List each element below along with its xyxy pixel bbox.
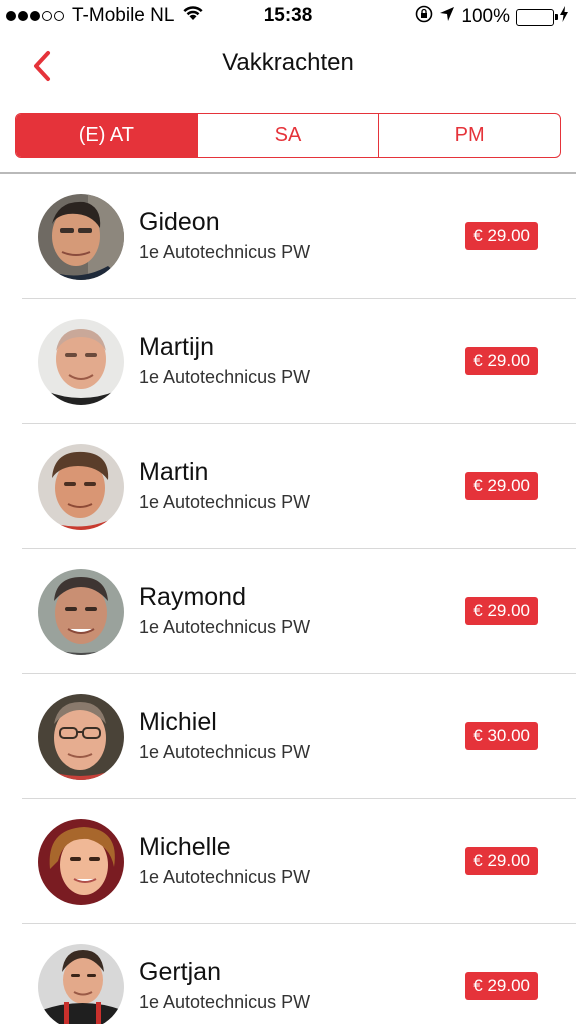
avatar [38,694,124,780]
battery-icon [516,8,558,26]
person-role: 1e Autotechnicus PW [139,992,311,1012]
tab-e-at[interactable]: (E) AT [16,114,198,157]
list-item[interactable]: Martijn 1e Autotechnicus PW € 29.00 [0,299,576,424]
person-role: 1e Autotechnicus PW [139,242,311,262]
person-name: Raymond [139,583,246,611]
tab-sa[interactable]: SA [198,114,380,157]
list-item[interactable]: Michiel 1e Autotechnicus PW € 30.00 [0,674,576,799]
person-name: Michelle [139,833,231,861]
list-item[interactable]: Gertjan 1e Autotechnicus PW € 29.00 [0,924,576,1024]
avatar [38,319,124,405]
person-name: Gertjan [139,958,221,986]
person-role: 1e Autotechnicus PW [139,617,311,637]
avatar [38,569,124,655]
price-badge: € 29.00 [465,972,538,1000]
person-role: 1e Autotechnicus PW [139,742,311,762]
orientation-lock-icon [415,5,433,29]
charging-bolt-icon [560,6,568,28]
avatar [38,944,124,1024]
avatar [38,819,124,905]
price-badge: € 29.00 [465,347,538,375]
list-item[interactable]: Gideon 1e Autotechnicus PW € 29.00 [0,174,576,299]
person-name: Gideon [139,208,220,236]
person-role: 1e Autotechnicus PW [139,367,311,387]
battery-percent: 100% [461,6,510,27]
price-badge: € 29.00 [465,222,538,250]
list-item[interactable]: Raymond 1e Autotechnicus PW € 29.00 [0,549,576,674]
price-badge: € 29.00 [465,847,538,875]
person-name: Michiel [139,708,217,736]
segmented-control: (E) AT SA PM [15,113,561,158]
tab-pm[interactable]: PM [379,114,560,157]
status-bar: T-Mobile NL 15:38 100% [0,0,576,34]
price-badge: € 29.00 [465,597,538,625]
price-badge: € 30.00 [465,722,538,750]
avatar [38,444,124,530]
person-role: 1e Autotechnicus PW [139,492,311,512]
person-name: Martin [139,458,209,486]
list-item[interactable]: Martin 1e Autotechnicus PW € 29.00 [0,424,576,549]
avatar [38,194,124,280]
person-role: 1e Autotechnicus PW [139,867,311,887]
price-badge: € 29.00 [465,472,538,500]
specialist-list: Gideon 1e Autotechnicus PW € 29.00 Marti… [0,174,576,1024]
nav-bar: Vakkrachten [0,34,576,96]
page-title: Vakkrachten [222,49,354,76]
list-item[interactable]: Michelle 1e Autotechnicus PW € 29.00 [0,799,576,924]
person-name: Martijn [139,333,215,361]
status-right: 100% [415,5,568,29]
location-arrow-icon [439,6,455,28]
